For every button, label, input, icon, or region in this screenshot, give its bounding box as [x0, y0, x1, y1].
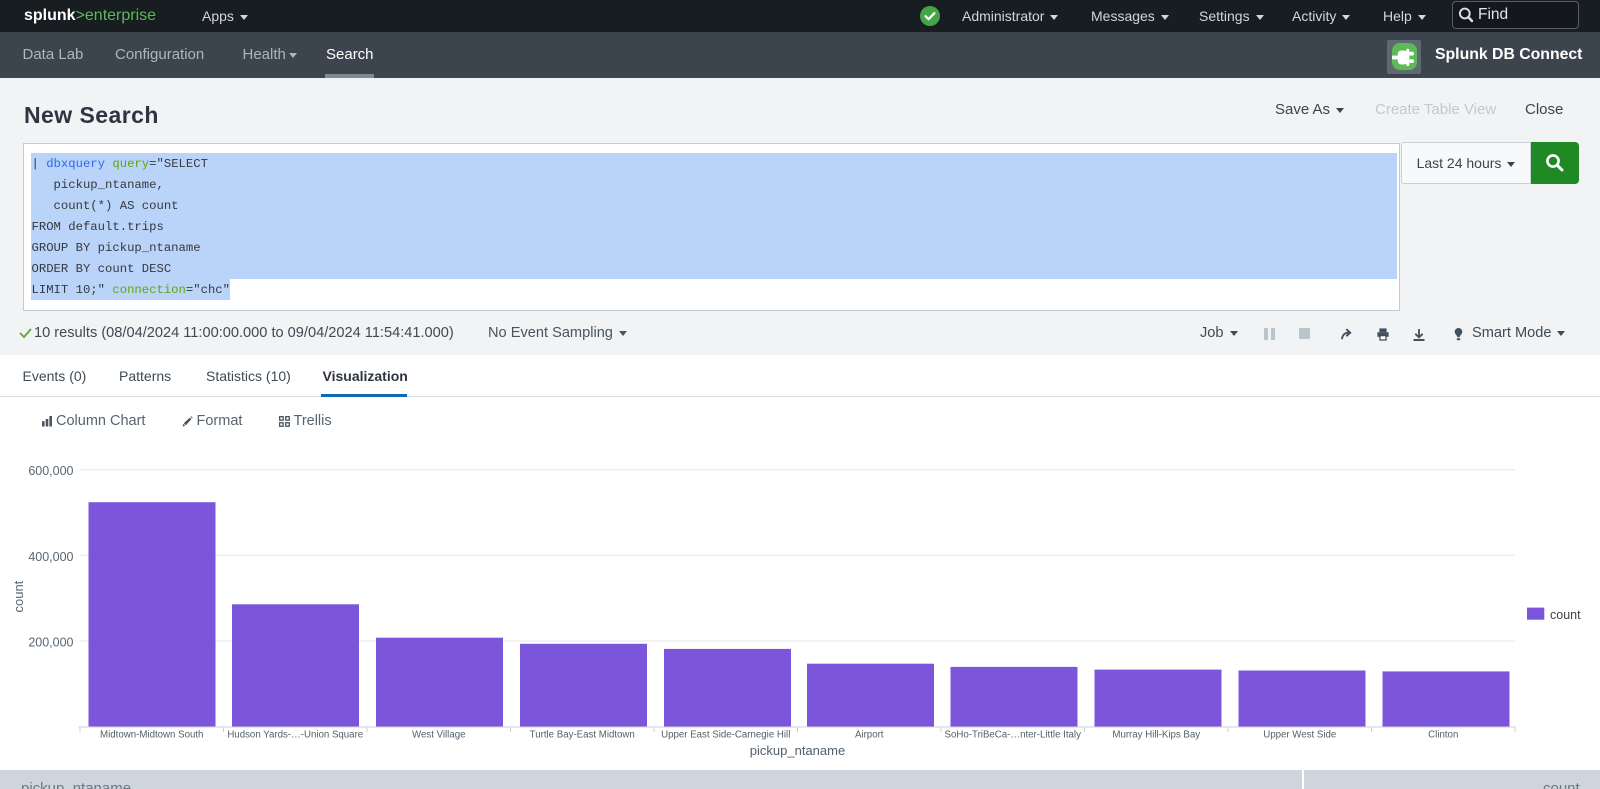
svg-text:200,000: 200,000 [28, 636, 73, 650]
svg-text:Clinton: Clinton [1428, 730, 1458, 741]
svg-text:Upper East Side-Carnegie Hill: Upper East Side-Carnegie Hill [661, 730, 790, 741]
svg-text:600,000: 600,000 [28, 464, 73, 478]
svg-text:Airport: Airport [855, 730, 884, 741]
svg-text:pickup_ntaname: pickup_ntaname [750, 743, 845, 758]
svg-text:Hudson Yards-…-Union Square: Hudson Yards-…-Union Square [227, 730, 363, 741]
svg-text:count: count [1550, 608, 1581, 622]
svg-text:West Village: West Village [412, 730, 466, 741]
svg-text:Upper West Side: Upper West Side [1263, 730, 1336, 741]
svg-text:Turtle Bay-East Midtown: Turtle Bay-East Midtown [530, 730, 635, 741]
svg-text:Murray Hill-Kips Bay: Murray Hill-Kips Bay [1112, 730, 1200, 741]
svg-text:Midtown-Midtown South: Midtown-Midtown South [100, 730, 203, 741]
svg-text:SoHo-TriBeCa-…nter-Little Ital: SoHo-TriBeCa-…nter-Little Italy [945, 730, 1082, 741]
svg-text:count: count [11, 580, 26, 612]
svg-text:400,000: 400,000 [28, 550, 73, 564]
